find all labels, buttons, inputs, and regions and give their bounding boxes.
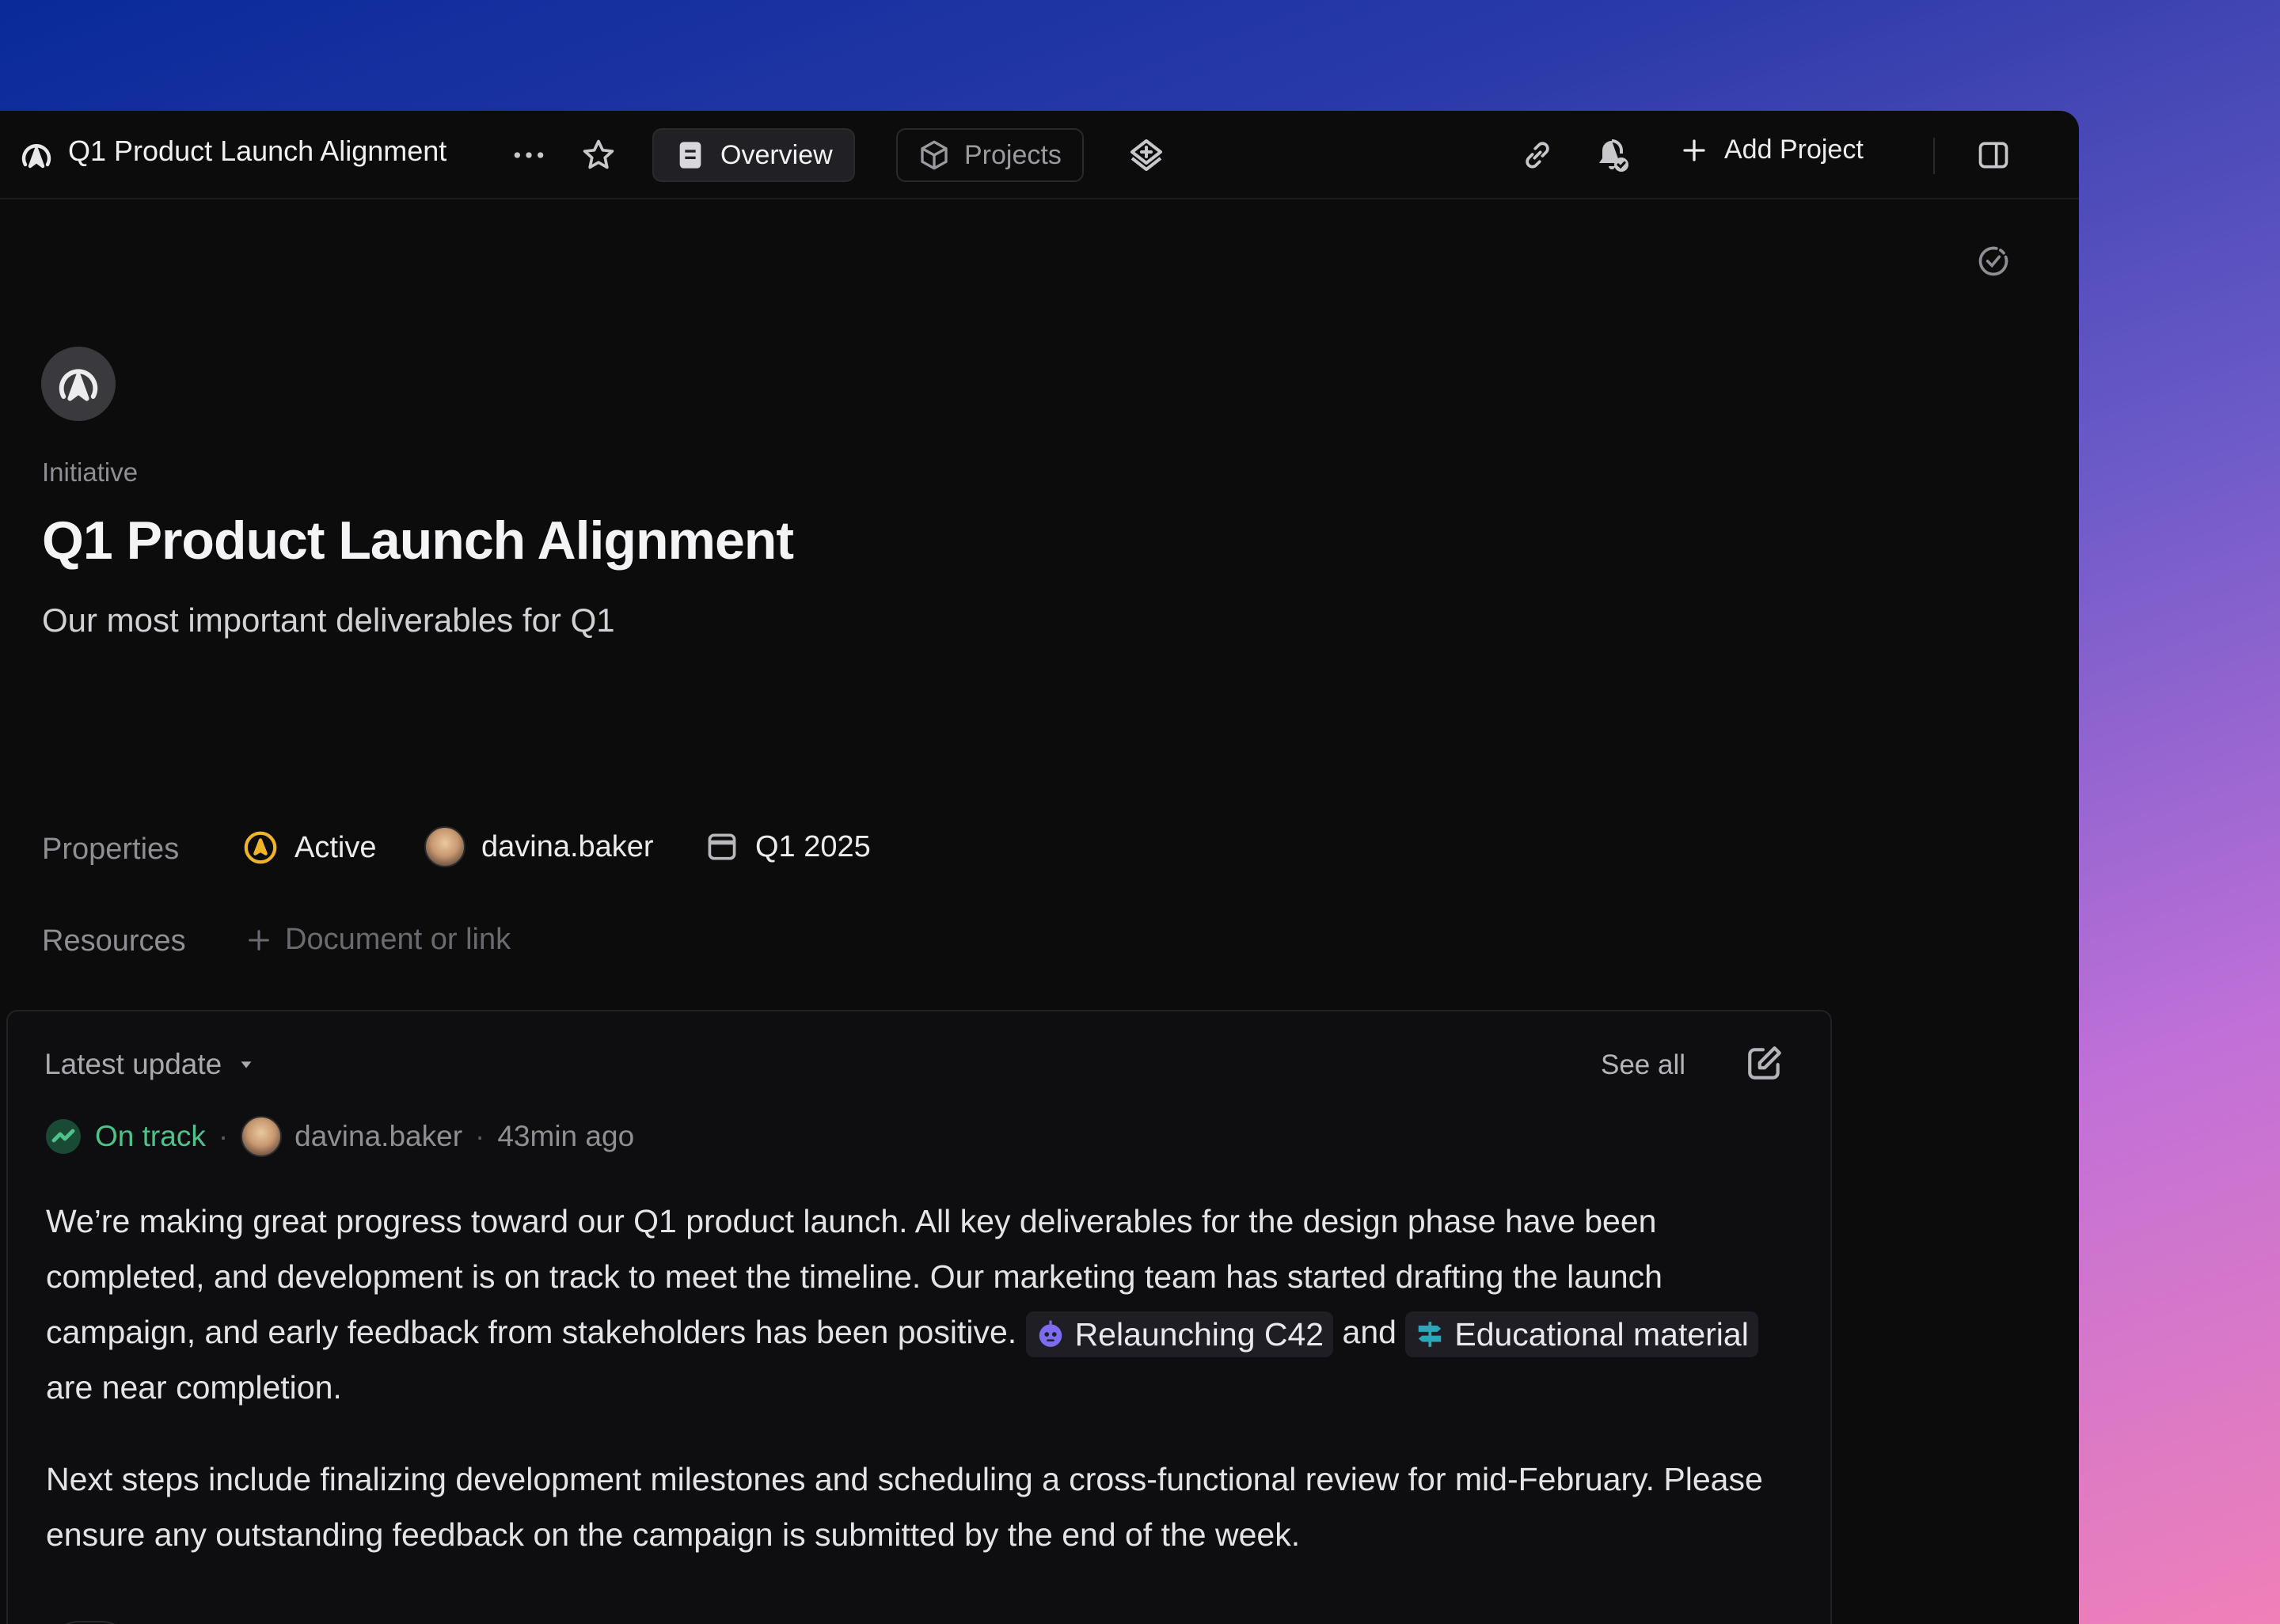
initiative-icon[interactable] bbox=[17, 136, 55, 174]
latest-update-card: Latest update See all On track · davina.… bbox=[6, 1010, 1832, 1624]
tab-overview[interactable]: Overview bbox=[652, 128, 855, 182]
update-meta: On track · davina.baker · 43min ago bbox=[44, 1116, 634, 1157]
latest-update-label: Latest update bbox=[44, 1048, 222, 1080]
owner-value: davina.baker bbox=[481, 829, 654, 863]
star-icon[interactable] bbox=[581, 138, 616, 173]
avatar bbox=[424, 826, 466, 867]
tab-overview-label: Overview bbox=[720, 139, 833, 170]
calendar-icon bbox=[705, 829, 739, 864]
status-property[interactable]: Active bbox=[242, 829, 376, 866]
on-track-icon bbox=[44, 1117, 82, 1155]
see-all-link[interactable]: See all bbox=[1601, 1049, 1685, 1081]
layers-plus-icon[interactable] bbox=[1127, 136, 1165, 174]
comment-button[interactable] bbox=[48, 1621, 133, 1624]
owner-property[interactable]: davina.baker bbox=[424, 826, 654, 867]
tab-projects-label: Projects bbox=[964, 139, 1062, 170]
page-description[interactable]: Our most important deliverables for Q1 bbox=[42, 601, 615, 639]
plus-icon bbox=[245, 927, 272, 954]
update-author[interactable]: davina.baker bbox=[294, 1120, 462, 1153]
separator-dot: · bbox=[218, 1120, 229, 1152]
robot-icon bbox=[1036, 1319, 1066, 1349]
check-circle-icon[interactable] bbox=[1976, 244, 2011, 283]
project-chip-educational[interactable]: Educational material bbox=[1405, 1311, 1758, 1358]
add-project-button[interactable]: Add Project bbox=[1680, 135, 1864, 165]
update-time: 43min ago bbox=[497, 1120, 635, 1152]
initiative-kind-label: Initiative bbox=[42, 457, 139, 487]
edit-update-icon[interactable] bbox=[1745, 1043, 1784, 1087]
separator-dot: · bbox=[475, 1120, 485, 1152]
document-icon bbox=[674, 139, 706, 171]
add-resource-placeholder: Document or link bbox=[285, 923, 511, 956]
update-actions bbox=[48, 1621, 203, 1624]
cube-icon bbox=[918, 139, 950, 171]
update-text: and bbox=[1342, 1314, 1396, 1350]
plus-icon bbox=[1680, 136, 1708, 165]
add-project-label: Add Project bbox=[1724, 135, 1864, 165]
signpost-icon bbox=[1415, 1319, 1445, 1349]
project-chip-relaunching[interactable]: Relaunching C42 bbox=[1025, 1311, 1334, 1358]
notification-bell-icon[interactable] bbox=[1593, 136, 1631, 174]
update-status: On track bbox=[95, 1120, 206, 1152]
more-options-icon[interactable] bbox=[511, 138, 546, 173]
top-bar: Q1 Product Launch Alignment Overview Pro… bbox=[0, 111, 2079, 199]
add-resource-button[interactable]: Document or link bbox=[245, 923, 511, 957]
update-body: We’re making great progress toward our Q… bbox=[46, 1193, 1803, 1599]
project-chip-label: Relaunching C42 bbox=[1074, 1316, 1324, 1353]
target-date-value: Q1 2025 bbox=[755, 829, 871, 863]
avatar bbox=[241, 1116, 283, 1157]
link-icon[interactable] bbox=[1520, 138, 1555, 173]
tab-projects[interactable]: Projects bbox=[896, 128, 1084, 182]
toolbar-divider bbox=[1933, 138, 1935, 174]
properties-label: Properties bbox=[42, 833, 180, 866]
breadcrumb-title[interactable]: Q1 Product Launch Alignment bbox=[68, 135, 446, 168]
status-active-icon bbox=[242, 829, 279, 866]
resources-label: Resources bbox=[42, 924, 186, 958]
update-paragraph: Next steps include finalizing developmen… bbox=[46, 1461, 1763, 1553]
status-value: Active bbox=[294, 830, 377, 864]
latest-update-dropdown[interactable]: Latest update bbox=[44, 1048, 255, 1081]
initiative-avatar[interactable] bbox=[41, 347, 116, 421]
target-date-property[interactable]: Q1 2025 bbox=[705, 829, 871, 864]
toggle-sidebar-icon[interactable] bbox=[1976, 138, 2011, 173]
page-title[interactable]: Q1 Product Launch Alignment bbox=[42, 510, 794, 571]
project-chip-label: Educational material bbox=[1454, 1316, 1749, 1353]
update-text: are near completion. bbox=[46, 1369, 342, 1406]
update-paragraph: We’re making great progress toward our Q… bbox=[46, 1193, 1803, 1415]
caret-down-icon bbox=[238, 1056, 255, 1073]
app-window: Q1 Product Launch Alignment Overview Pro… bbox=[0, 111, 2079, 1624]
